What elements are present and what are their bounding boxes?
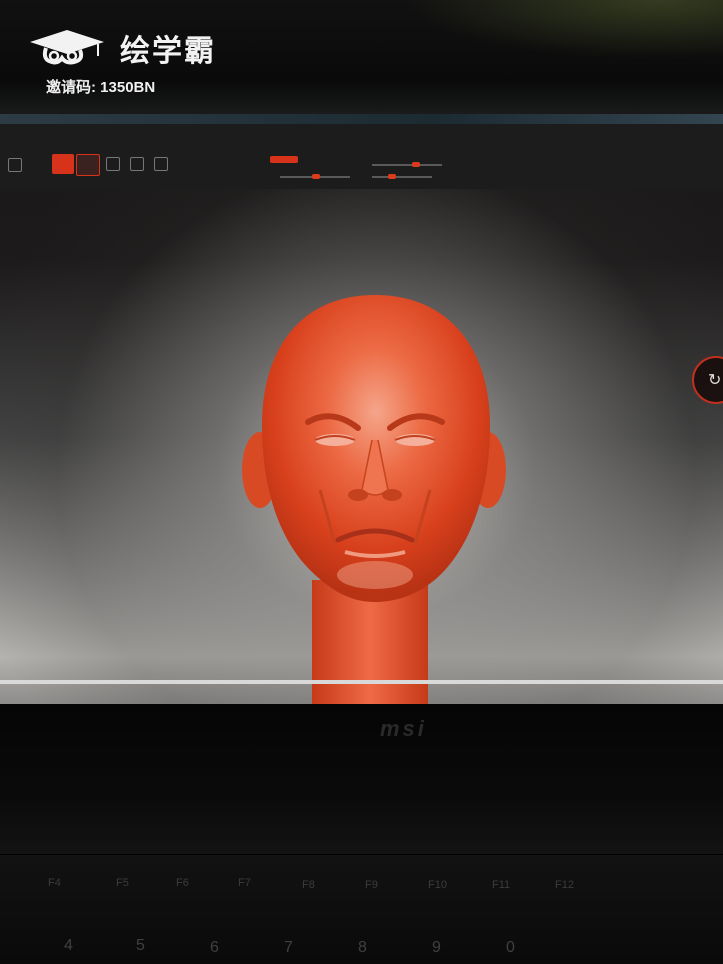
key-f9: F9 [365,879,378,891]
tool-icon [8,158,22,172]
watermark-logo: 绘学霸 [28,26,216,70]
rotate-icon: ↻ [708,372,722,389]
toolbar-button [76,154,100,176]
key-f8: F8 [302,879,315,891]
brand-name: 绘学霸 [120,35,216,68]
laptop-bezel [0,704,723,854]
app-menubar [0,114,723,124]
key-7: 7 [284,939,293,956]
invite-code: 邀请码: 1350BN [46,79,156,96]
toolbar-button-active [52,154,74,174]
graduation-cap-cloud-icon [30,30,104,65]
sculpted-head [242,295,506,710]
key-8: 8 [358,939,367,956]
screen-edge-highlight [0,680,723,684]
key-f12: F12 [555,879,574,891]
key-f11: F11 [492,879,511,891]
key-6: 6 [210,939,219,956]
key-f4: F4 [48,877,61,889]
laptop-brand-logo: msi [380,716,427,741]
tool-icon [106,157,120,171]
key-f6: F6 [176,877,189,889]
key-9: 9 [432,939,441,956]
photo: 绘学霸 邀请码: 1350BN ↻ msi F4 F5 F6 F7 F8 F9 … [0,0,723,964]
tool-icon [154,157,168,171]
key-4: 4 [64,937,73,954]
key-5: 5 [136,937,145,954]
intensity-slider [280,174,350,179]
app-toolbar [0,124,723,189]
key-0: 0 [506,939,515,956]
tool-icon [130,157,144,171]
keyboard: F4 F5 F6 F7 F8 F9 F10 F11 F12 4 5 6 7 8 … [0,855,723,964]
draw-size-slider [372,174,432,179]
key-f5: F5 [116,877,129,889]
focal-shift-slider [372,162,442,167]
light-glow [403,0,723,60]
key-f10: F10 [428,879,447,891]
key-f7: F7 [238,877,251,889]
toolbar-toggle-active [270,156,298,163]
